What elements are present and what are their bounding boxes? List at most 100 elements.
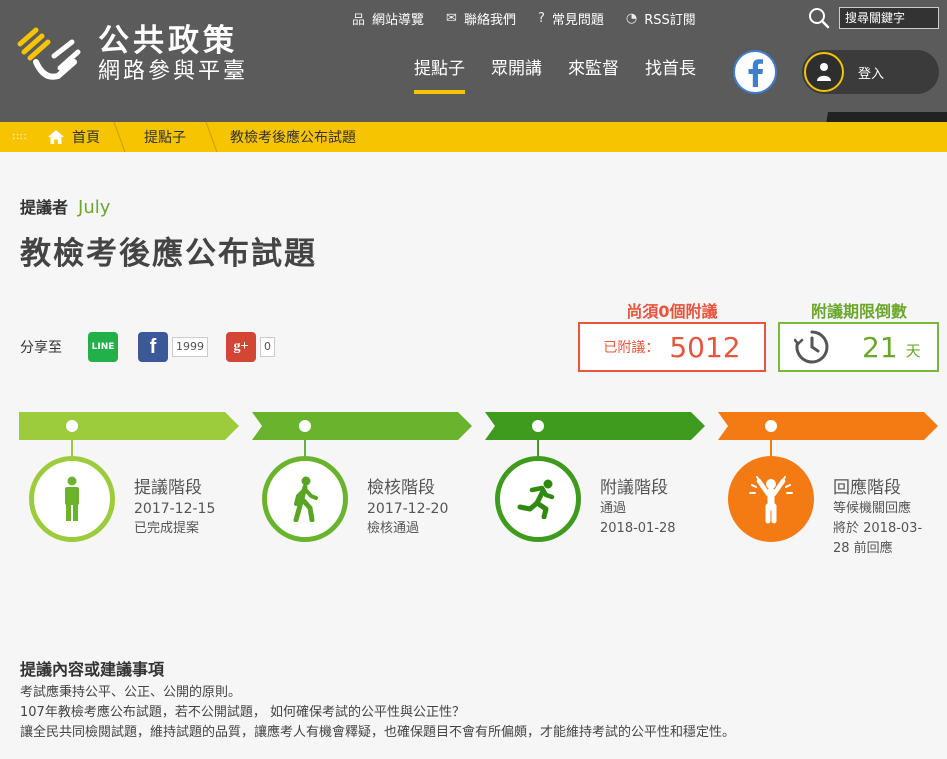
facebook-icon: f — [149, 335, 157, 358]
proposer: 提議者 July — [20, 194, 110, 218]
proposer-name[interactable]: July — [78, 197, 110, 218]
top-link-label: RSS訂閱 — [644, 12, 696, 28]
facebook-button[interactable] — [733, 50, 777, 94]
rss-icon: ◔ — [625, 10, 638, 26]
nav-item-propose[interactable]: 提點子 — [414, 58, 465, 94]
stage-deadline: 將於 2018-03- — [833, 521, 923, 536]
share-bar: 分享至 LINE f 1999 g+ 0 — [20, 332, 293, 362]
walking-person-icon — [293, 476, 318, 522]
top-link-label: 常見問題 — [551, 12, 604, 28]
home-icon — [48, 130, 64, 144]
countdown-unit: 天 — [905, 341, 921, 360]
stage-name: 附議階段 — [600, 478, 668, 498]
line-icon: LINE — [91, 342, 115, 352]
user-icon — [817, 63, 831, 81]
login-label: 登入 — [858, 66, 885, 82]
facebook-icon — [748, 59, 763, 87]
seconded-value: 5012 — [669, 330, 741, 364]
proposer-label: 提議者 — [20, 198, 69, 217]
stage-info-propose: 提議階段 2017-12-15 已完成提案 — [134, 478, 215, 539]
stage-line-3 — [537, 432, 539, 458]
site-title-line1: 公共政策 — [98, 23, 238, 59]
countdown-box: 21 天 — [778, 322, 939, 372]
nav-item-monitor[interactable]: 來監督 — [568, 58, 619, 94]
seconded-label: 已附議： — [603, 340, 660, 356]
line-share-button[interactable]: LINE — [88, 332, 118, 362]
search-input[interactable] — [839, 7, 939, 29]
top-link-contact[interactable]: ✉ 聯絡我們 — [446, 9, 516, 28]
stage-dot-3 — [532, 420, 544, 432]
avatar — [804, 52, 844, 92]
stage-arrow-3 — [485, 412, 705, 440]
stage-arrow-4 — [718, 412, 938, 440]
sitemap-icon: 品 — [352, 12, 366, 28]
standing-person-icon — [65, 476, 79, 521]
stage-status: 已完成提案 — [134, 521, 200, 536]
site-title[interactable]: 公共政策 網路參與平臺 — [98, 24, 248, 86]
running-person-icon — [517, 479, 555, 519]
gplus-share-button[interactable]: g+ — [226, 332, 256, 362]
breadcrumb-label: 首頁 — [72, 130, 100, 146]
stage-status: 檢核通過 — [367, 521, 420, 536]
stage-status: 通過 — [600, 501, 627, 516]
content-section-title: 提議內容或建議事項 — [20, 660, 165, 679]
site-title-line2: 網路參與平臺 — [98, 59, 249, 84]
site-header: 公共政策 網路參與平臺 品網站導覽 ✉ 聯絡我們 ? 常見問題 ◔ RSS訂閱 提點子… — [0, 0, 947, 122]
breadcrumb-propose[interactable]: 提點子 — [120, 122, 212, 152]
top-link-label: 網站導覽 — [372, 12, 425, 28]
top-link-label: 聯絡我們 — [463, 12, 516, 28]
mail-icon: ✉ — [446, 10, 457, 26]
question-icon: ? — [537, 10, 545, 26]
breadcrumb: ∷∷ 首頁 提點子 教檢考後應公布試題 — [0, 122, 947, 152]
stage-status: 等候機關回應 — [833, 501, 912, 516]
stage-dot-4 — [765, 420, 777, 432]
content-paragraph: 考試應秉持公平、公正、公開的原則。 — [20, 685, 242, 700]
top-link-sitemap[interactable]: 品網站導覽 — [352, 9, 424, 28]
stage-date: 2018-01-28 — [600, 521, 676, 536]
top-link-rss[interactable]: ◔ RSS訂閱 — [626, 9, 696, 28]
countdown-value: 21 — [862, 330, 898, 364]
stage-name: 回應階段 — [833, 478, 901, 498]
breadcrumb-current: 教檢考後應公布試題 — [212, 122, 376, 152]
nav-item-discuss[interactable]: 眾開講 — [491, 58, 542, 94]
stage-date: 2017-12-15 — [134, 501, 216, 517]
top-link-faq[interactable]: ? 常見問題 — [538, 9, 604, 28]
nav-item-officials[interactable]: 找首長 — [645, 58, 696, 94]
gplus-icon: g+ — [233, 339, 249, 354]
needed-signatures-label: 尚須0個附議 — [626, 302, 718, 321]
content-paragraph: 107年教檢考應公布試題，若不公開試題， 如何確保考試的公平性與公正性？ — [20, 705, 465, 720]
share-label: 分享至 — [20, 340, 62, 356]
stage-circle-response — [728, 456, 814, 542]
facebook-share-count: 1999 — [172, 337, 208, 357]
breadcrumb-home[interactable]: 首頁 — [40, 122, 120, 152]
stage-line-4 — [770, 432, 772, 458]
stage-arrow-2 — [252, 412, 472, 440]
breadcrumb-label: 教檢考後應公布試題 — [230, 130, 356, 146]
stage-name: 提議階段 — [134, 478, 202, 498]
stage-info-second: 附議階段 通過 2018-01-28 — [600, 478, 676, 539]
cheering-person-icon — [749, 476, 793, 524]
stage-dot-2 — [299, 420, 311, 432]
stage-line-2 — [304, 432, 306, 458]
content-paragraph: 讓全民共同檢閱試題，維持試題的品質，讓應考人有機會釋疑，也確保題目不會有所偏頗，… — [20, 725, 736, 740]
top-links: 品網站導覽 ✉ 聯絡我們 ? 常見問題 ◔ RSS訂閱 — [352, 8, 718, 28]
login-button[interactable]: 登入 — [802, 50, 939, 94]
gplus-share-count: 0 — [260, 337, 275, 357]
stage-arrow-1 — [19, 412, 239, 440]
stage-date: 2017-12-20 — [367, 501, 449, 517]
search-icon[interactable] — [808, 7, 830, 29]
stage-line-1 — [71, 432, 73, 458]
stage-dot-1 — [66, 420, 78, 432]
stage-circle-second — [495, 456, 581, 542]
breadcrumb-label: 提點子 — [144, 130, 186, 146]
stage-name: 檢核階段 — [367, 478, 435, 498]
stage-circle-review — [262, 456, 348, 542]
seconded-count-box: 已附議： 5012 — [578, 322, 766, 372]
header-decoration — [647, 112, 947, 122]
stage-circle-propose — [29, 456, 115, 542]
facebook-share-button[interactable]: f — [138, 332, 168, 362]
countdown-label: 附議期限倒數 — [810, 302, 907, 321]
site-logo-icon[interactable] — [14, 22, 84, 92]
main-nav: 提點子 眾開講 來監督 找首長 — [414, 58, 722, 94]
stage-info-review: 檢核階段 2017-12-20 檢核通過 — [367, 478, 448, 539]
